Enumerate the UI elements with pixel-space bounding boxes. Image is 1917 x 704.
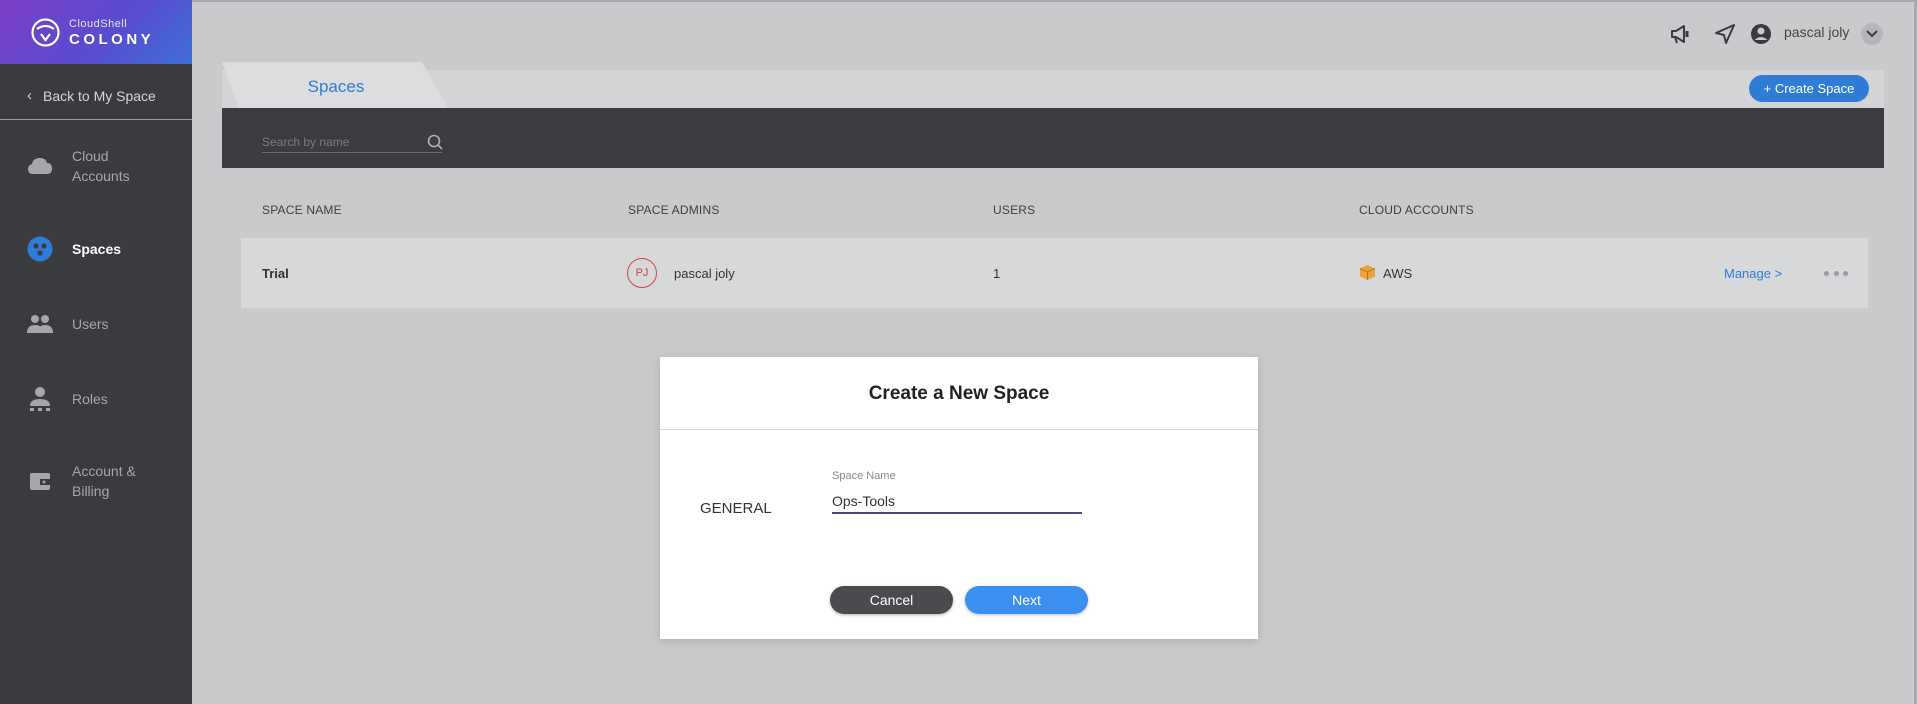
brand-big-text: COLONY [69,31,155,48]
back-to-my-space-link[interactable]: ‹ Back to My Space [0,72,192,120]
space-name-label: Space Name [832,470,896,482]
user-circle-icon[interactable] [1748,21,1774,47]
brand-logo[interactable]: CloudShell COLONY [0,0,192,64]
column-header-space-name[interactable]: SPACE NAME [262,203,342,217]
back-link-label: Back to My Space [43,87,156,104]
aws-box-icon [1359,265,1376,280]
sidebar-item-spaces[interactable]: Spaces [0,234,192,264]
modal-divider [660,429,1258,430]
sidebar-item-label: Spaces [72,241,122,257]
create-space-modal: Create a New Space GENERAL Space Name Ca… [660,357,1258,639]
column-header-space-admins[interactable]: SPACE ADMINS [628,203,720,217]
search-icon[interactable] [427,134,443,150]
search-bar [222,108,1884,168]
column-header-users[interactable]: USERS [993,203,1035,217]
send-icon[interactable] [1712,21,1738,47]
modal-title: Create a New Space [868,383,1050,404]
sidebar-item-label: Account & Billing [72,463,136,499]
column-header-cloud-accounts[interactable]: CLOUD ACCOUNTS [1359,203,1474,217]
sidebar-item-label: Users [72,316,109,332]
sidebar-item-label: Cloud Accounts [72,148,130,184]
space-name-input[interactable] [832,490,1082,514]
sidebar-item-label: Roles [72,391,108,407]
tab-spaces-label[interactable]: Spaces [222,77,450,97]
space-admin-cell: pascal joly [674,266,735,281]
chevron-down-icon[interactable] [1861,23,1883,45]
space-name-cell[interactable]: Trial [262,266,289,281]
sidebar: CloudShell COLONY ‹ Back to My Space Clo… [0,0,192,704]
roles-icon [25,384,55,414]
search-input[interactable] [262,131,442,153]
sidebar-item-account-billing[interactable]: Account & Billing [0,461,192,501]
section-label-general: GENERAL [700,500,772,517]
create-space-button[interactable]: + Create Space [1749,75,1869,102]
users-icon [25,309,55,339]
user-name[interactable]: pascal joly [1784,24,1849,40]
header-strip [222,70,1884,108]
chevron-left-icon: ‹ [27,87,32,104]
manage-link[interactable]: Manage > [1724,266,1782,281]
avatar: PJ [627,258,657,288]
sidebar-item-users[interactable]: Users [0,309,192,339]
megaphone-icon[interactable] [1667,21,1693,47]
cloud-account-cell: AWS [1383,266,1413,281]
more-options-icon[interactable] [1824,263,1848,283]
cloud-icon [25,151,55,181]
billing-icon [25,466,55,496]
colony-logo-icon [31,18,60,47]
sidebar-item-cloud-accounts[interactable]: Cloud Accounts [0,146,192,186]
sidebar-item-roles[interactable]: Roles [0,384,192,414]
cancel-button[interactable]: Cancel [830,586,953,614]
next-button[interactable]: Next [965,586,1088,614]
table-row[interactable] [241,238,1868,308]
brand-small-text: CloudShell [69,18,128,30]
window-top-edge [0,0,1917,2]
users-count-cell: 1 [993,266,1001,281]
spaces-icon [25,234,55,264]
